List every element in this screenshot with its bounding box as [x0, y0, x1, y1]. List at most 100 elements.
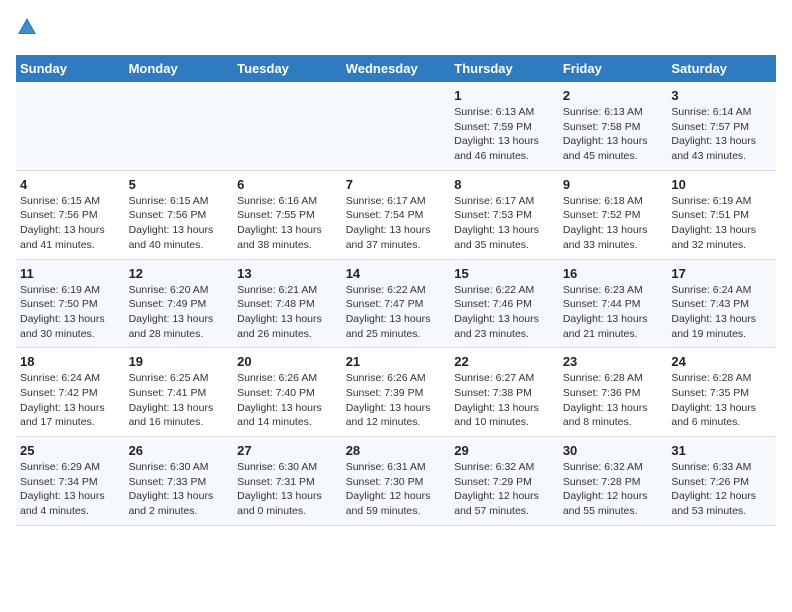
calendar-cell: 13 Sunrise: 6:21 AM Sunset: 7:48 PM Dayli…	[233, 259, 342, 348]
day-number: 23	[563, 354, 664, 369]
day-number: 8	[454, 177, 555, 192]
day-number: 5	[129, 177, 230, 192]
column-header-wednesday: Wednesday	[342, 55, 451, 82]
day-number: 16	[563, 266, 664, 281]
day-number: 13	[237, 266, 338, 281]
day-number: 22	[454, 354, 555, 369]
day-number: 9	[563, 177, 664, 192]
day-number: 18	[20, 354, 121, 369]
calendar-cell: 26 Sunrise: 6:30 AM Sunset: 7:33 PM Dayli…	[125, 437, 234, 526]
calendar-week-3: 11 Sunrise: 6:19 AM Sunset: 7:50 PM Dayli…	[16, 259, 776, 348]
calendar-cell: 25Sunrise: 6:29 AM Sunset: 7:34 PM Dayli…	[16, 437, 125, 526]
day-info: Sunrise: 6:21 AM Sunset: 7:48 PM Dayligh…	[237, 283, 338, 342]
calendar-cell: 6Sunrise: 6:16 AM Sunset: 7:55 PM Daylig…	[233, 170, 342, 259]
day-info: Sunrise: 6:17 AM Sunset: 7:53 PM Dayligh…	[454, 194, 555, 253]
day-info: Sunrise: 6:26 AM Sunset: 7:40 PM Dayligh…	[237, 371, 338, 430]
calendar-cell: 20 Sunrise: 6:26 AM Sunset: 7:40 PM Dayli…	[233, 348, 342, 437]
day-info: Sunrise: 6:15 AM Sunset: 7:56 PM Dayligh…	[20, 194, 121, 253]
day-number: 21	[346, 354, 447, 369]
column-header-saturday: Saturday	[667, 55, 776, 82]
calendar-cell: 1 Sunrise: 6:13 AM Sunset: 7:59 PM Daylig…	[450, 82, 559, 170]
column-header-monday: Monday	[125, 55, 234, 82]
calendar-cell	[342, 82, 451, 170]
day-info: Sunrise: 6:27 AM Sunset: 7:38 PM Dayligh…	[454, 371, 555, 430]
day-number: 2	[563, 88, 664, 103]
calendar-cell: 3 Sunrise: 6:14 AM Sunset: 7:57 PM Daylig…	[667, 82, 776, 170]
day-info: Sunrise: 6:18 AM Sunset: 7:52 PM Dayligh…	[563, 194, 664, 253]
day-info: Sunrise: 6:30 AM Sunset: 7:33 PM Dayligh…	[129, 460, 230, 519]
day-info: Sunrise: 6:19 AM Sunset: 7:50 PM Dayligh…	[20, 283, 121, 342]
calendar-cell: 31 Sunrise: 6:33 AM Sunset: 7:26 PM Dayli…	[667, 437, 776, 526]
day-number: 1	[454, 88, 555, 103]
calendar-week-4: 18 Sunrise: 6:24 AM Sunset: 7:42 PM Dayli…	[16, 348, 776, 437]
calendar-cell: 12Sunrise: 6:20 AM Sunset: 7:49 PM Dayli…	[125, 259, 234, 348]
day-number: 17	[671, 266, 772, 281]
calendar-cell: 4 Sunrise: 6:15 AM Sunset: 7:56 PM Daylig…	[16, 170, 125, 259]
day-number: 7	[346, 177, 447, 192]
day-info: Sunrise: 6:22 AM Sunset: 7:47 PM Dayligh…	[346, 283, 447, 342]
calendar-week-5: 25Sunrise: 6:29 AM Sunset: 7:34 PM Dayli…	[16, 437, 776, 526]
day-info: Sunrise: 6:30 AM Sunset: 7:31 PM Dayligh…	[237, 460, 338, 519]
day-info: Sunrise: 6:28 AM Sunset: 7:35 PM Dayligh…	[671, 371, 772, 430]
day-info: Sunrise: 6:29 AM Sunset: 7:34 PM Dayligh…	[20, 460, 121, 519]
day-number: 29	[454, 443, 555, 458]
calendar-cell: 5 Sunrise: 6:15 AM Sunset: 7:56 PM Daylig…	[125, 170, 234, 259]
calendar-table: SundayMondayTuesdayWednesdayThursdayFrid…	[16, 55, 776, 526]
day-number: 10	[671, 177, 772, 192]
day-info: Sunrise: 6:28 AM Sunset: 7:36 PM Dayligh…	[563, 371, 664, 430]
day-number: 31	[671, 443, 772, 458]
day-info: Sunrise: 6:15 AM Sunset: 7:56 PM Dayligh…	[129, 194, 230, 253]
day-info: Sunrise: 6:13 AM Sunset: 7:58 PM Dayligh…	[563, 105, 664, 164]
page-header	[16, 16, 776, 43]
day-number: 3	[671, 88, 772, 103]
calendar-week-1: 1 Sunrise: 6:13 AM Sunset: 7:59 PM Daylig…	[16, 82, 776, 170]
calendar-cell: 8 Sunrise: 6:17 AM Sunset: 7:53 PM Daylig…	[450, 170, 559, 259]
calendar-cell: 2 Sunrise: 6:13 AM Sunset: 7:58 PM Daylig…	[559, 82, 668, 170]
calendar-cell	[16, 82, 125, 170]
calendar-cell: 15 Sunrise: 6:22 AM Sunset: 7:46 PM Dayli…	[450, 259, 559, 348]
calendar-cell: 21 Sunrise: 6:26 AM Sunset: 7:39 PM Dayli…	[342, 348, 451, 437]
logo-icon	[16, 16, 38, 38]
column-header-sunday: Sunday	[16, 55, 125, 82]
calendar-cell: 7Sunrise: 6:17 AM Sunset: 7:54 PM Daylig…	[342, 170, 451, 259]
day-number: 27	[237, 443, 338, 458]
day-number: 6	[237, 177, 338, 192]
day-number: 24	[671, 354, 772, 369]
day-info: Sunrise: 6:22 AM Sunset: 7:46 PM Dayligh…	[454, 283, 555, 342]
day-number: 4	[20, 177, 121, 192]
calendar-cell: 23 Sunrise: 6:28 AM Sunset: 7:36 PM Dayli…	[559, 348, 668, 437]
day-info: Sunrise: 6:24 AM Sunset: 7:42 PM Dayligh…	[20, 371, 121, 430]
day-info: Sunrise: 6:13 AM Sunset: 7:59 PM Dayligh…	[454, 105, 555, 164]
day-info: Sunrise: 6:14 AM Sunset: 7:57 PM Dayligh…	[671, 105, 772, 164]
calendar-cell: 16Sunrise: 6:23 AM Sunset: 7:44 PM Dayli…	[559, 259, 668, 348]
day-info: Sunrise: 6:25 AM Sunset: 7:41 PM Dayligh…	[129, 371, 230, 430]
day-info: Sunrise: 6:26 AM Sunset: 7:39 PM Dayligh…	[346, 371, 447, 430]
day-info: Sunrise: 6:32 AM Sunset: 7:29 PM Dayligh…	[454, 460, 555, 519]
day-info: Sunrise: 6:31 AM Sunset: 7:30 PM Dayligh…	[346, 460, 447, 519]
calendar-cell: 18 Sunrise: 6:24 AM Sunset: 7:42 PM Dayli…	[16, 348, 125, 437]
calendar-cell: 14 Sunrise: 6:22 AM Sunset: 7:47 PM Dayli…	[342, 259, 451, 348]
day-number: 15	[454, 266, 555, 281]
column-header-thursday: Thursday	[450, 55, 559, 82]
day-number: 20	[237, 354, 338, 369]
day-info: Sunrise: 6:24 AM Sunset: 7:43 PM Dayligh…	[671, 283, 772, 342]
calendar-cell: 22 Sunrise: 6:27 AM Sunset: 7:38 PM Dayli…	[450, 348, 559, 437]
day-number: 26	[129, 443, 230, 458]
day-number: 28	[346, 443, 447, 458]
column-header-friday: Friday	[559, 55, 668, 82]
calendar-cell	[125, 82, 234, 170]
column-header-tuesday: Tuesday	[233, 55, 342, 82]
calendar-cell: 9 Sunrise: 6:18 AM Sunset: 7:52 PM Daylig…	[559, 170, 668, 259]
calendar-cell: 27 Sunrise: 6:30 AM Sunset: 7:31 PM Dayli…	[233, 437, 342, 526]
day-number: 30	[563, 443, 664, 458]
calendar-cell: 28 Sunrise: 6:31 AM Sunset: 7:30 PM Dayli…	[342, 437, 451, 526]
calendar-cell: 19Sunrise: 6:25 AM Sunset: 7:41 PM Dayli…	[125, 348, 234, 437]
day-number: 11	[20, 266, 121, 281]
calendar-cell: 24 Sunrise: 6:28 AM Sunset: 7:35 PM Dayli…	[667, 348, 776, 437]
day-info: Sunrise: 6:19 AM Sunset: 7:51 PM Dayligh…	[671, 194, 772, 253]
calendar-week-2: 4 Sunrise: 6:15 AM Sunset: 7:56 PM Daylig…	[16, 170, 776, 259]
day-number: 12	[129, 266, 230, 281]
day-number: 14	[346, 266, 447, 281]
calendar-cell: 17 Sunrise: 6:24 AM Sunset: 7:43 PM Dayli…	[667, 259, 776, 348]
day-info: Sunrise: 6:33 AM Sunset: 7:26 PM Dayligh…	[671, 460, 772, 519]
